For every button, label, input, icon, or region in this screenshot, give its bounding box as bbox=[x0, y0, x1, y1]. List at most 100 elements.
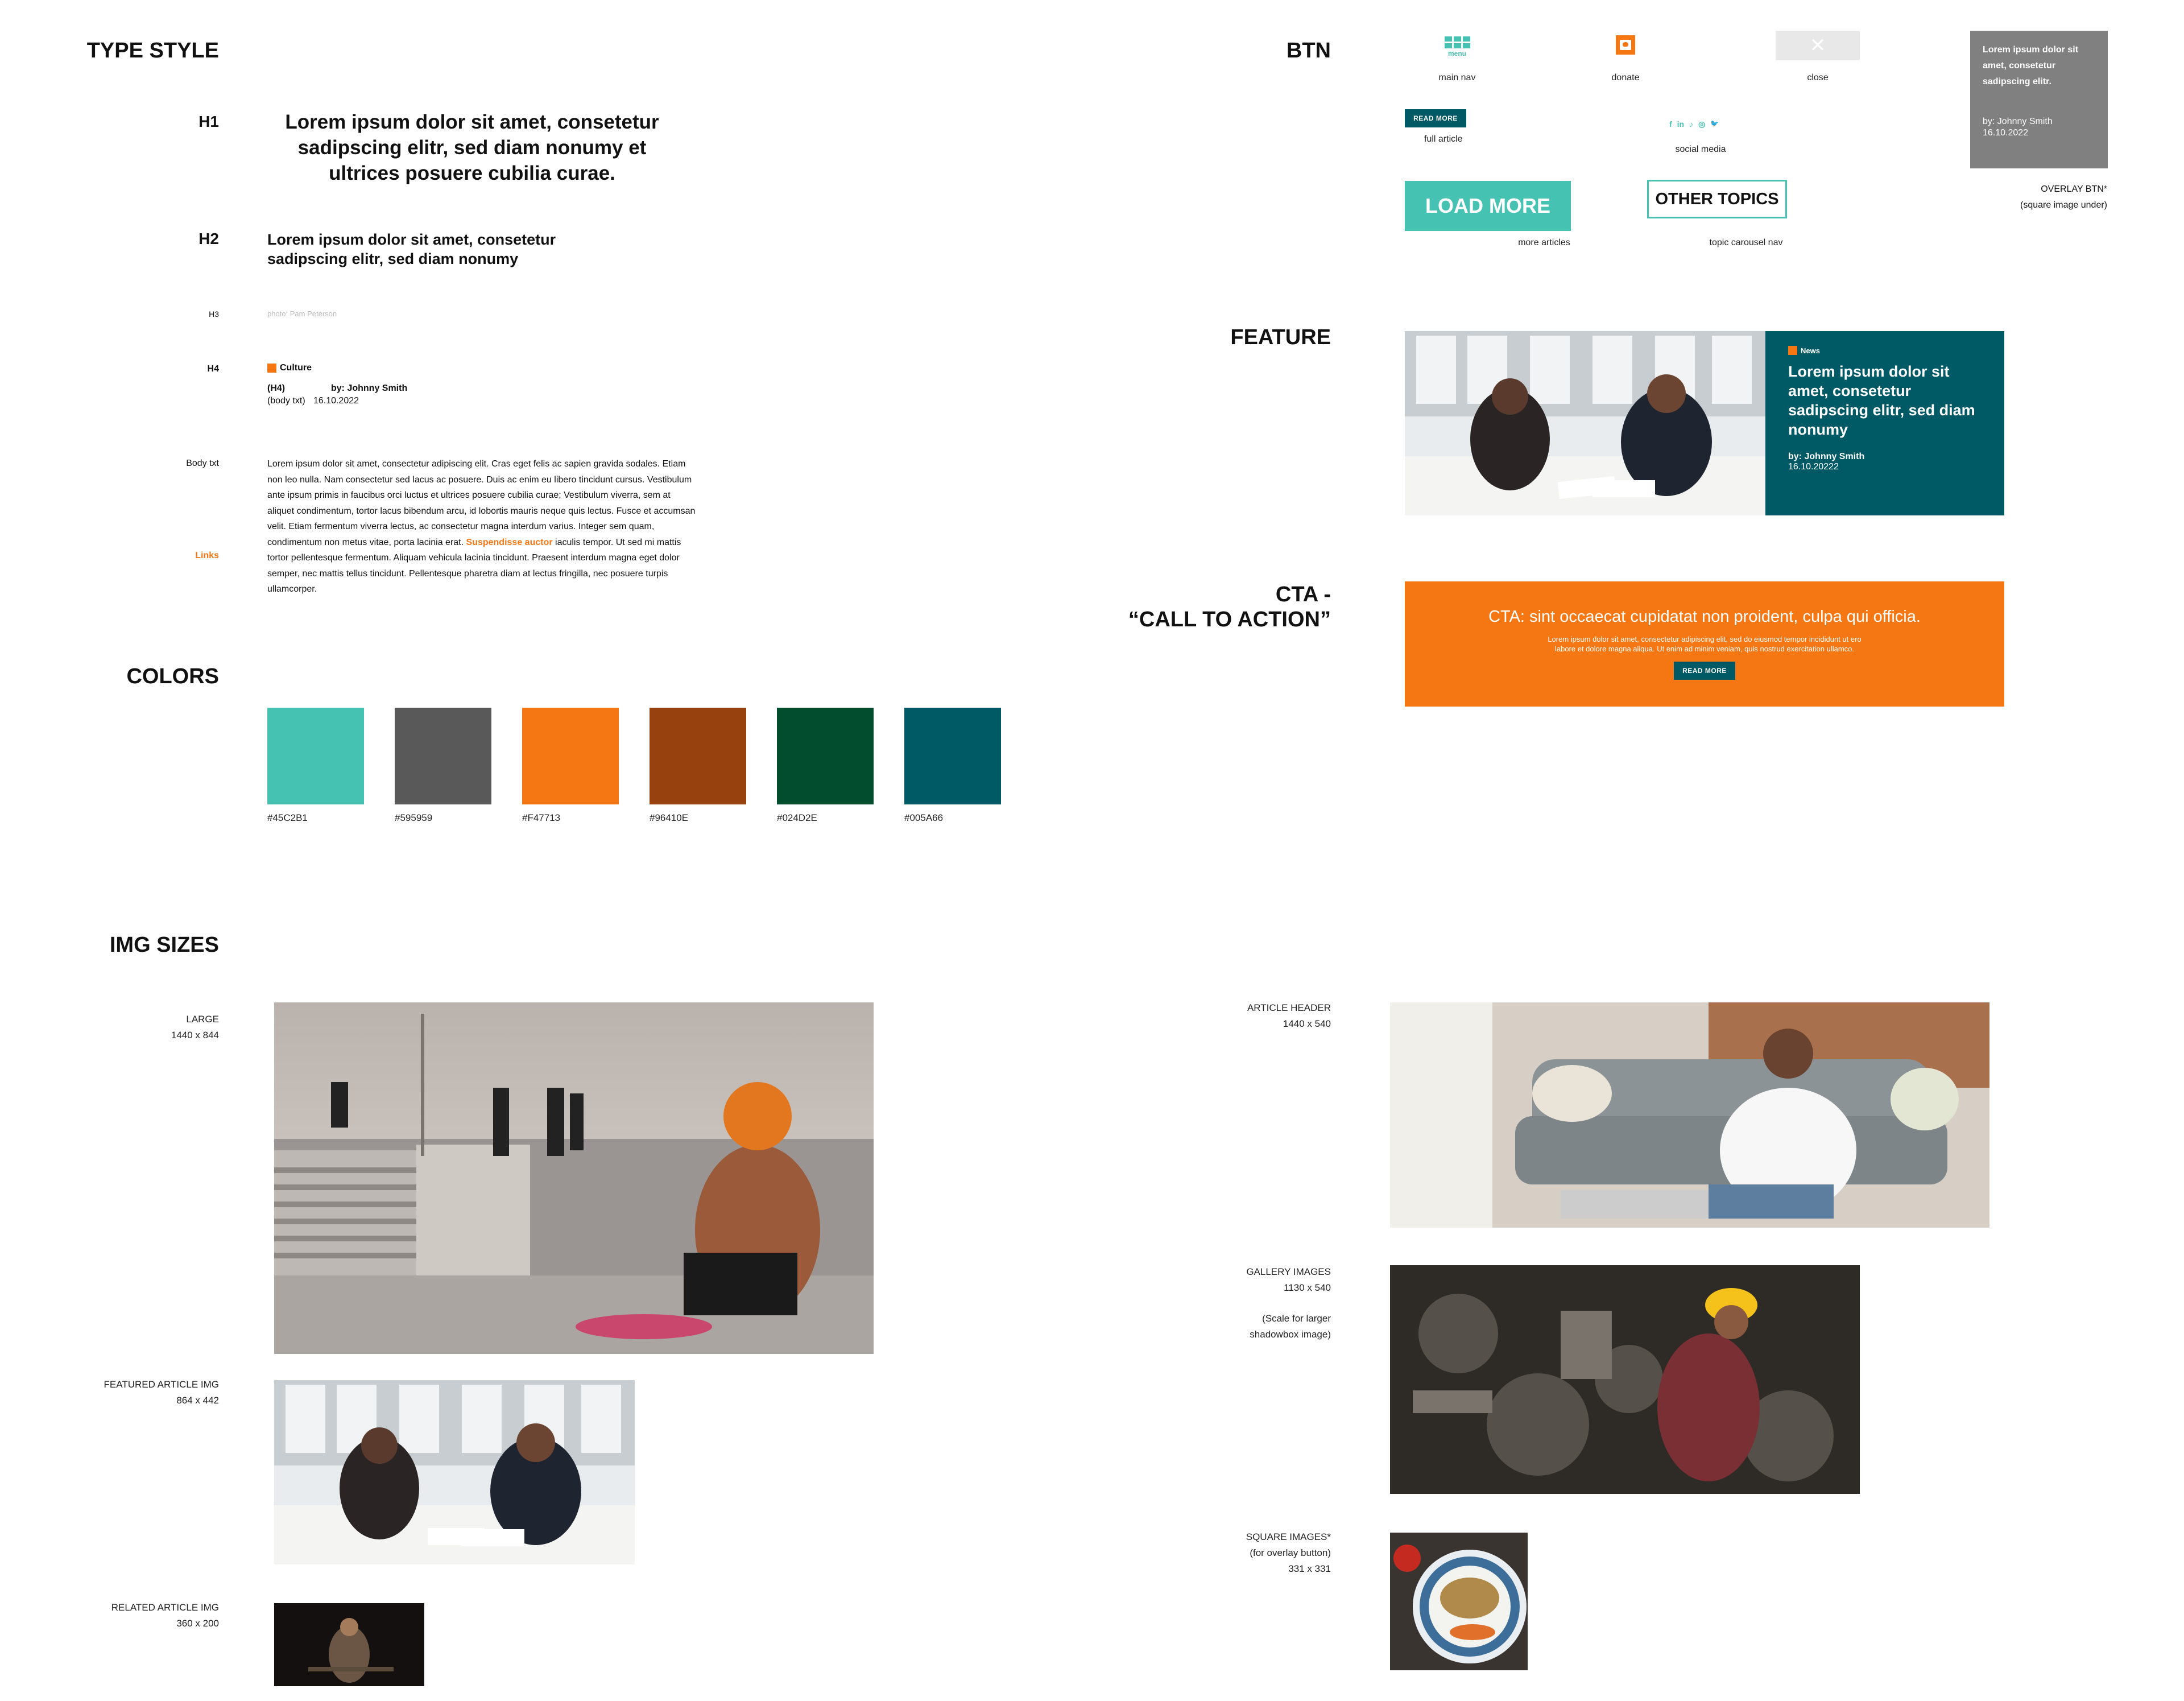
large-label-size: 1440 x 844 bbox=[171, 1030, 219, 1041]
square-label: SQUARE IMAGES* (for overlay button) 331 … bbox=[1246, 1529, 1331, 1577]
featured-label-size: 864 x 442 bbox=[176, 1395, 219, 1406]
color-swatch bbox=[522, 708, 619, 804]
topic-carousel-caption: topic carousel nav bbox=[1709, 238, 1783, 247]
color-hex-label: #595959 bbox=[395, 812, 433, 823]
btn-title: BTN bbox=[1286, 39, 1331, 63]
cta-title-line2: “CALL TO ACTION” bbox=[1128, 608, 1331, 631]
gallery-note-2: shadowbox image) bbox=[1250, 1329, 1331, 1340]
img-sizes-title: IMG SIZES bbox=[109, 933, 219, 957]
other-topics-button[interactable]: OTHER TOPICS bbox=[1647, 180, 1787, 218]
h4-byline: by: Johnny Smith bbox=[331, 383, 408, 393]
square-label-size: 331 x 331 bbox=[1288, 1563, 1331, 1574]
square-label-name: SQUARE IMAGES* bbox=[1246, 1531, 1331, 1542]
gallery-label: GALLERY IMAGES 1130 x 540 (Scale for lar… bbox=[1246, 1264, 1331, 1343]
overlay-date: 16.10.2022 bbox=[1983, 128, 2029, 138]
donate-caption: donate bbox=[1611, 73, 1640, 82]
featured-article-image bbox=[274, 1380, 635, 1564]
menu-button[interactable]: menu bbox=[1443, 36, 1471, 57]
color-hex-label: #024D2E bbox=[777, 812, 817, 823]
body-text-1: Lorem ipsum dolor sit amet, consectetur … bbox=[267, 459, 696, 547]
large-label: LARGE 1440 x 844 bbox=[171, 1011, 219, 1043]
category-label: Culture bbox=[280, 363, 312, 373]
cta-headline: CTA: sint occaecat cupidatat non proiden… bbox=[1488, 608, 1921, 626]
body-sample: Lorem ipsum dolor sit amet, consectetur … bbox=[267, 456, 700, 597]
featured-label: FEATURED ARTICLE IMG 864 x 442 bbox=[104, 1377, 219, 1409]
links-label: Links bbox=[195, 551, 219, 560]
gallery-note-1: (Scale for larger bbox=[1262, 1313, 1331, 1324]
color-hex-label: #005A66 bbox=[904, 812, 944, 823]
large-label-name: LARGE bbox=[186, 1014, 219, 1025]
close-icon: ✕ bbox=[1809, 35, 1826, 56]
read-more-button[interactable]: READ MORE bbox=[1405, 109, 1466, 127]
twitter-icon[interactable]: 🐦 bbox=[1710, 119, 1719, 129]
category-square-icon bbox=[1788, 346, 1797, 355]
cta-read-more-button[interactable]: READ MORE bbox=[1674, 662, 1735, 680]
color-swatch bbox=[777, 708, 874, 804]
color-hex-label: #96410E bbox=[650, 812, 689, 823]
related-article-image bbox=[274, 1603, 424, 1686]
header-label-name: ARTICLE HEADER bbox=[1247, 1002, 1331, 1013]
more-articles-caption: more articles bbox=[1518, 238, 1570, 247]
article-header-image bbox=[1390, 1002, 1989, 1228]
large-image bbox=[274, 1002, 874, 1354]
cta-body-1: Lorem ipsum dolor sit amet, consectetur … bbox=[1548, 635, 1862, 643]
header-label: ARTICLE HEADER 1440 x 540 bbox=[1247, 1000, 1331, 1032]
color-swatch bbox=[904, 708, 1001, 804]
cta-banner: CTA: sint occaecat cupidatat non proiden… bbox=[1405, 581, 2004, 707]
feature-category: News bbox=[1788, 346, 1982, 355]
feature-panel: News Lorem ipsum dolor sit amet, consete… bbox=[1765, 331, 2004, 515]
close-caption: close bbox=[1807, 73, 1829, 82]
feature-image[interactable] bbox=[1405, 331, 1765, 515]
overlay-button[interactable]: Lorem ipsum dolor sit amet, consetetur s… bbox=[1970, 31, 2108, 168]
linkedin-icon[interactable]: in bbox=[1677, 119, 1684, 129]
facebook-icon[interactable]: f bbox=[1669, 119, 1672, 129]
h3-sample: photo: Pam Peterson bbox=[267, 309, 337, 318]
color-hex-label: #F47713 bbox=[522, 812, 561, 823]
h1-sample: Lorem ipsum dolor sit amet, consetetur s… bbox=[285, 111, 659, 184]
type-style-title: TYPE STYLE bbox=[86, 39, 219, 63]
close-button[interactable]: ✕ bbox=[1776, 31, 1860, 60]
gallery-label-name: GALLERY IMAGES bbox=[1246, 1266, 1331, 1277]
h4-date: 16.10.2022 bbox=[313, 396, 359, 406]
instagram-icon[interactable]: ◎ bbox=[1698, 119, 1705, 129]
full-article-caption: full article bbox=[1424, 134, 1463, 144]
color-swatch bbox=[395, 708, 491, 804]
overlay-sublabel: (square image under) bbox=[2020, 200, 2107, 210]
feature-title: FEATURE bbox=[1230, 325, 1331, 349]
load-more-button[interactable]: LOAD MORE bbox=[1405, 181, 1571, 231]
donate-button[interactable] bbox=[1616, 35, 1635, 55]
body-link[interactable]: Suspendisse auctor bbox=[466, 538, 553, 547]
related-label-name: RELATED ARTICLE IMG bbox=[111, 1602, 219, 1613]
feature-byline: by: Johnny Smith bbox=[1788, 452, 1865, 461]
h4-category: Culture bbox=[267, 363, 312, 373]
header-label-size: 1440 x 540 bbox=[1283, 1018, 1331, 1029]
cta-title-line1: CTA - bbox=[1275, 583, 1331, 606]
donate-icon bbox=[1620, 40, 1631, 50]
overlay-label: OVERLAY BTN* bbox=[2041, 184, 2107, 194]
color-hex-label: #45C2B1 bbox=[267, 812, 308, 823]
social-icons: f in ♪ ◎ 🐦 bbox=[1669, 119, 1719, 129]
colors-title: COLORS bbox=[126, 664, 219, 688]
related-label: RELATED ARTICLE IMG 360 x 200 bbox=[111, 1600, 219, 1632]
square-image bbox=[1390, 1533, 1528, 1670]
h3-label: H3 bbox=[209, 309, 219, 319]
tiktok-icon[interactable]: ♪ bbox=[1689, 119, 1693, 129]
h4-marker: (H4) bbox=[267, 383, 286, 393]
category-square-icon bbox=[267, 364, 276, 373]
h1-label: H1 bbox=[198, 113, 219, 130]
color-swatch bbox=[267, 708, 364, 804]
overlay-title: Lorem ipsum dolor sit amet, consetetur s… bbox=[1983, 45, 2079, 86]
featured-label-name: FEATURED ARTICLE IMG bbox=[104, 1379, 219, 1390]
h2-sample: Lorem ipsum dolor sit amet, consetetur s… bbox=[267, 231, 556, 267]
body-marker: (body txt) bbox=[267, 396, 305, 406]
feature-category-label: News bbox=[1801, 346, 1820, 355]
related-label-size: 360 x 200 bbox=[176, 1618, 219, 1629]
gallery-image bbox=[1390, 1265, 1860, 1494]
feature-date: 16.10.20222 bbox=[1788, 462, 1839, 472]
cta-body-2: labore et dolore magna aliqua. Ut enim a… bbox=[1554, 645, 1855, 653]
h2-label: H2 bbox=[198, 230, 219, 247]
feature-headline[interactable]: Lorem ipsum dolor sit amet, consetetur s… bbox=[1788, 362, 1982, 439]
social-media-caption: social media bbox=[1675, 144, 1726, 154]
color-swatch bbox=[650, 708, 746, 804]
grid-menu-icon bbox=[1443, 36, 1471, 48]
